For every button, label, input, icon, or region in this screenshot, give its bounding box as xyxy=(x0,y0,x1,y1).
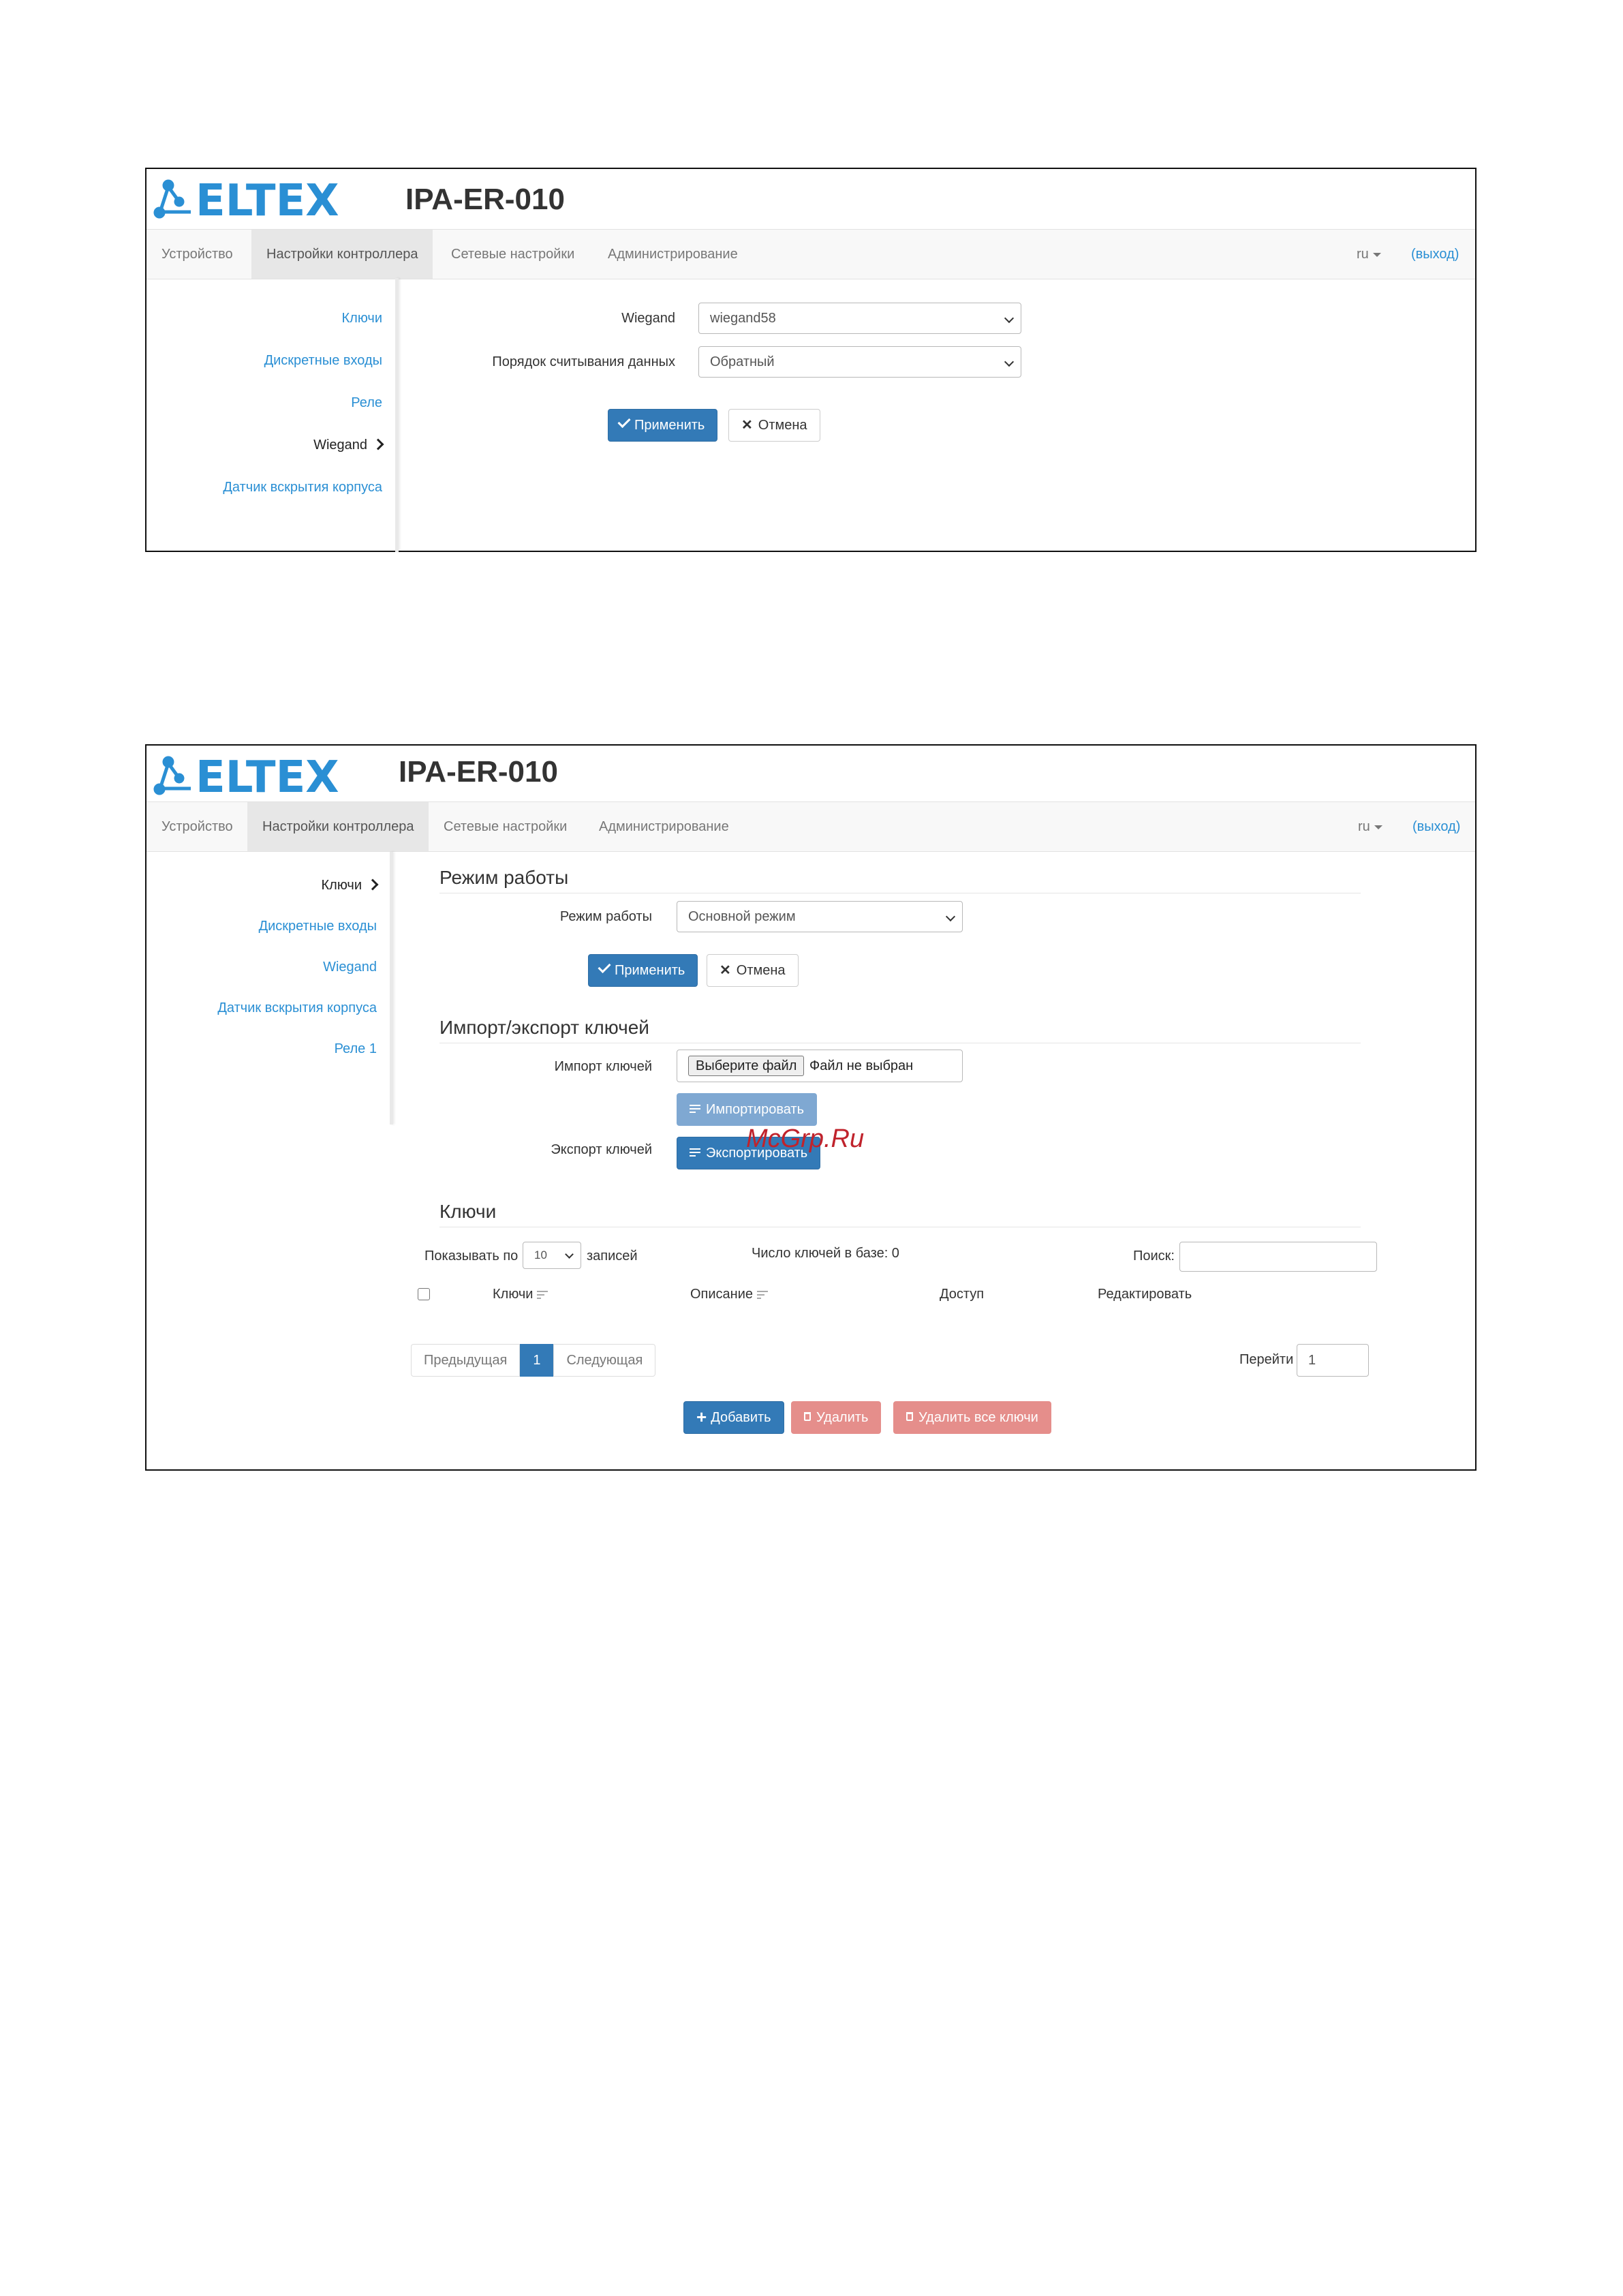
page-1-button[interactable]: 1 xyxy=(520,1344,554,1377)
wiegand-settings-screenshot: ELTEX IPA-ER-010 Устройство Настройки ко… xyxy=(145,168,1477,552)
prev-page-button[interactable]: Предыдущая xyxy=(411,1344,521,1377)
eltex-logo: ELTEX xyxy=(153,752,339,799)
watermark-text: McGrp.Ru xyxy=(746,1124,865,1153)
pagination: Предыдущая 1 Следующая xyxy=(411,1344,656,1377)
sidebar-item-tamper-sensor[interactable]: Датчик вскрытия корпуса xyxy=(217,1000,377,1016)
eltex-logo: ELTEX xyxy=(153,176,339,222)
show-suffix: записей xyxy=(587,1249,638,1264)
keys-section-heading: Ключи xyxy=(439,1201,1361,1227)
chevron-down-icon xyxy=(945,911,956,922)
sidebar-divider xyxy=(390,852,393,1124)
sidebar-item-label: Wiegand xyxy=(313,438,367,453)
trash-icon xyxy=(906,1412,913,1422)
main-navbar: Устройство Настройки контроллера Сетевые… xyxy=(146,229,1475,279)
main-navbar: Устройство Настройки контроллера Сетевые… xyxy=(146,801,1475,852)
goto-label: Перейти xyxy=(1239,1352,1294,1367)
nav-network-settings[interactable]: Сетевые настройки xyxy=(436,230,589,279)
chevron-down-icon xyxy=(1372,252,1381,257)
sort-icon xyxy=(757,1290,769,1299)
goto-page-input[interactable]: 1 xyxy=(1297,1344,1369,1377)
import-export-heading: Импорт/экспорт ключей xyxy=(439,1017,1361,1043)
device-title: IPA-ER-010 xyxy=(399,755,558,789)
nav-network-settings[interactable]: Сетевые настройки xyxy=(429,802,582,851)
choose-file-button[interactable]: Выберите файл xyxy=(688,1056,805,1076)
sidebar-item-wiegand[interactable]: Wiegand xyxy=(313,438,384,453)
nav-administration[interactable]: Администрирование xyxy=(584,802,744,851)
apply-button[interactable]: Применить xyxy=(608,409,718,442)
add-button[interactable]: + Добавить xyxy=(683,1401,784,1434)
svg-text:ELTEX: ELTEX xyxy=(196,176,339,222)
sidebar-item-label: Ключи xyxy=(321,878,362,893)
cancel-button[interactable]: ✕ Отмена xyxy=(728,409,820,442)
mode-section-heading: Режим работы xyxy=(439,867,1361,893)
sidebar-item-relay[interactable]: Реле xyxy=(351,395,382,411)
device-title: IPA-ER-010 xyxy=(405,183,565,216)
column-keys[interactable]: Ключи xyxy=(493,1287,548,1302)
check-icon xyxy=(617,414,631,429)
delete-all-keys-button[interactable]: Удалить все ключи xyxy=(893,1401,1051,1434)
sidebar: Ключи Дискретные входы Реле Wiegand Датч… xyxy=(146,278,399,552)
trash-icon xyxy=(804,1412,811,1422)
wiegand-select[interactable]: wiegand58 xyxy=(698,303,1021,334)
logout-link[interactable]: (выход) xyxy=(1412,802,1460,851)
list-icon xyxy=(690,1147,700,1157)
file-status: Файл не выбран xyxy=(809,1058,914,1073)
chevron-down-icon xyxy=(1374,825,1382,829)
import-button[interactable]: Импортировать xyxy=(677,1093,818,1126)
chevron-down-icon xyxy=(565,1250,574,1259)
sidebar: Ключи Дискретные входы Wiegand Датчик вс… xyxy=(146,852,393,1124)
svg-text:ELTEX: ELTEX xyxy=(196,752,339,799)
next-page-button[interactable]: Следующая xyxy=(553,1344,656,1377)
search-label: Поиск: xyxy=(1133,1249,1175,1264)
page-size-select[interactable]: 10 xyxy=(523,1242,581,1269)
column-edit: Редактировать xyxy=(1098,1287,1192,1302)
column-access: Доступ xyxy=(940,1287,985,1302)
search-input[interactable] xyxy=(1179,1242,1377,1272)
chevron-right-icon xyxy=(367,878,379,891)
delete-button[interactable]: Удалить xyxy=(791,1401,882,1434)
wiegand-label: Wiegand xyxy=(621,311,675,326)
nav-device[interactable]: Устройство xyxy=(146,230,248,279)
column-description[interactable]: Описание xyxy=(690,1287,769,1302)
file-input[interactable]: Выберите файл Файл не выбран xyxy=(677,1050,963,1082)
sidebar-item-discrete-inputs[interactable]: Дискретные входы xyxy=(264,353,382,369)
close-icon: ✕ xyxy=(720,963,731,978)
check-icon xyxy=(598,960,611,974)
language-dropdown[interactable]: ru xyxy=(1358,802,1382,851)
mode-select[interactable]: Основной режим xyxy=(677,901,963,932)
sidebar-item-keys[interactable]: Ключи xyxy=(321,878,379,893)
show-prefix: Показывать по xyxy=(424,1249,519,1264)
sidebar-item-keys[interactable]: Ключи xyxy=(342,311,382,326)
nav-controller-settings[interactable]: Настройки контроллера xyxy=(247,802,429,851)
cancel-button[interactable]: ✕ Отмена xyxy=(707,954,799,987)
read-order-label: Порядок считывания данных xyxy=(492,354,675,369)
apply-button[interactable]: Применить xyxy=(588,954,698,987)
sidebar-item-discrete-inputs[interactable]: Дискретные входы xyxy=(259,919,377,934)
sort-icon xyxy=(537,1290,548,1299)
nav-device[interactable]: Устройство xyxy=(146,802,248,851)
language-dropdown[interactable]: ru xyxy=(1357,230,1381,279)
chevron-right-icon xyxy=(372,438,384,450)
close-icon: ✕ xyxy=(741,418,753,433)
select-all-checkbox[interactable] xyxy=(418,1288,430,1300)
chevron-down-icon xyxy=(1004,313,1015,324)
sidebar-item-tamper-sensor[interactable]: Датчик вскрытия корпуса xyxy=(223,480,382,495)
sidebar-item-wiegand[interactable]: Wiegand xyxy=(323,960,377,975)
nav-administration[interactable]: Администрирование xyxy=(593,230,753,279)
keys-settings-screenshot: ELTEX IPA-ER-010 Устройство Настройки ко… xyxy=(145,744,1477,1471)
chevron-down-icon xyxy=(1004,356,1015,367)
read-order-select[interactable]: Обратный xyxy=(698,346,1021,378)
nav-controller-settings[interactable]: Настройки контроллера xyxy=(251,230,433,279)
sidebar-item-relay-1[interactable]: Реле 1 xyxy=(335,1041,377,1057)
mode-label: Режим работы xyxy=(559,909,652,924)
list-icon xyxy=(690,1103,700,1114)
export-label: Экспорт ключей xyxy=(551,1142,652,1157)
plus-icon: + xyxy=(696,1406,707,1427)
logout-link[interactable]: (выход) xyxy=(1411,230,1459,279)
import-label: Импорт ключей xyxy=(554,1059,652,1074)
key-count: Число ключей в базе: 0 xyxy=(752,1246,899,1261)
sidebar-divider xyxy=(395,278,399,552)
